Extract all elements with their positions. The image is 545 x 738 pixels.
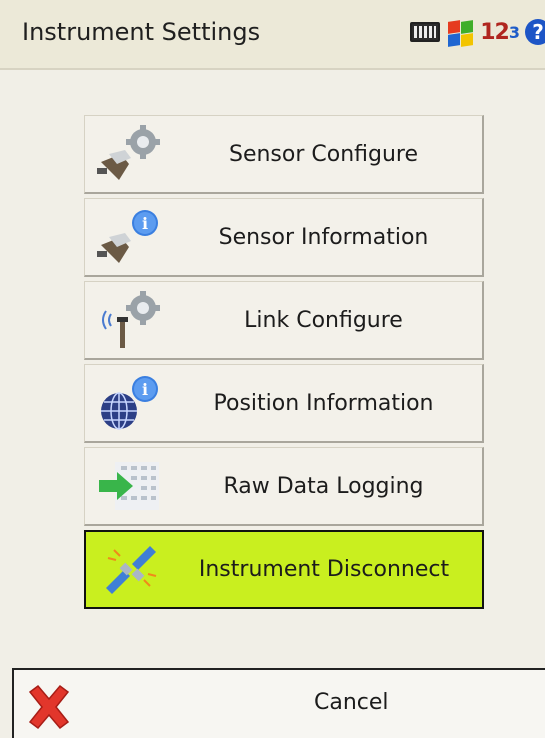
plug-disconnect-icon: [96, 540, 166, 600]
input-mode-main: 12: [480, 19, 510, 45]
link-configure-label: Link Configure: [244, 307, 403, 333]
settings-menu: Sensor Configure i Sensor Information Li…: [84, 115, 484, 613]
windows-flag-icon[interactable]: [446, 18, 474, 47]
sensor-info-icon: i: [95, 207, 165, 267]
globe-info-icon: i: [95, 373, 165, 433]
instrument-disconnect-button[interactable]: Instrument Disconnect: [84, 530, 484, 609]
system-tray: 12 3 ?: [410, 12, 545, 52]
position-information-label: Position Information: [213, 390, 434, 416]
input-mode-icon[interactable]: 12 3: [480, 19, 520, 45]
link-configure-button[interactable]: Link Configure: [84, 281, 484, 360]
input-mode-sub: 3: [508, 22, 520, 42]
svg-text:i: i: [142, 214, 148, 233]
sensor-configure-button[interactable]: Sensor Configure: [84, 115, 484, 194]
position-information-button[interactable]: i Position Information: [84, 364, 484, 443]
window-title: Instrument Settings: [22, 18, 261, 46]
cancel-label: Cancel: [314, 690, 389, 715]
antenna-gear-icon: [95, 290, 165, 350]
svg-text:i: i: [142, 380, 148, 399]
raw-data-logging-label: Raw Data Logging: [223, 473, 424, 499]
red-x-icon: [24, 682, 74, 732]
cancel-button[interactable]: Cancel: [12, 668, 545, 738]
sensor-gear-icon: [95, 124, 165, 184]
sensor-information-button[interactable]: i Sensor Information: [84, 198, 484, 277]
sensor-information-label: Sensor Information: [218, 224, 429, 250]
sensor-configure-label: Sensor Configure: [228, 141, 419, 167]
keyboard-icon[interactable]: [410, 22, 441, 42]
title-bar: Instrument Settings 12 3 ?: [0, 0, 545, 70]
help-icon[interactable]: ?: [525, 19, 545, 45]
raw-data-logging-button[interactable]: Raw Data Logging: [84, 447, 484, 526]
instrument-disconnect-label: Instrument Disconnect: [198, 557, 450, 582]
data-log-arrow-icon: [95, 456, 165, 516]
